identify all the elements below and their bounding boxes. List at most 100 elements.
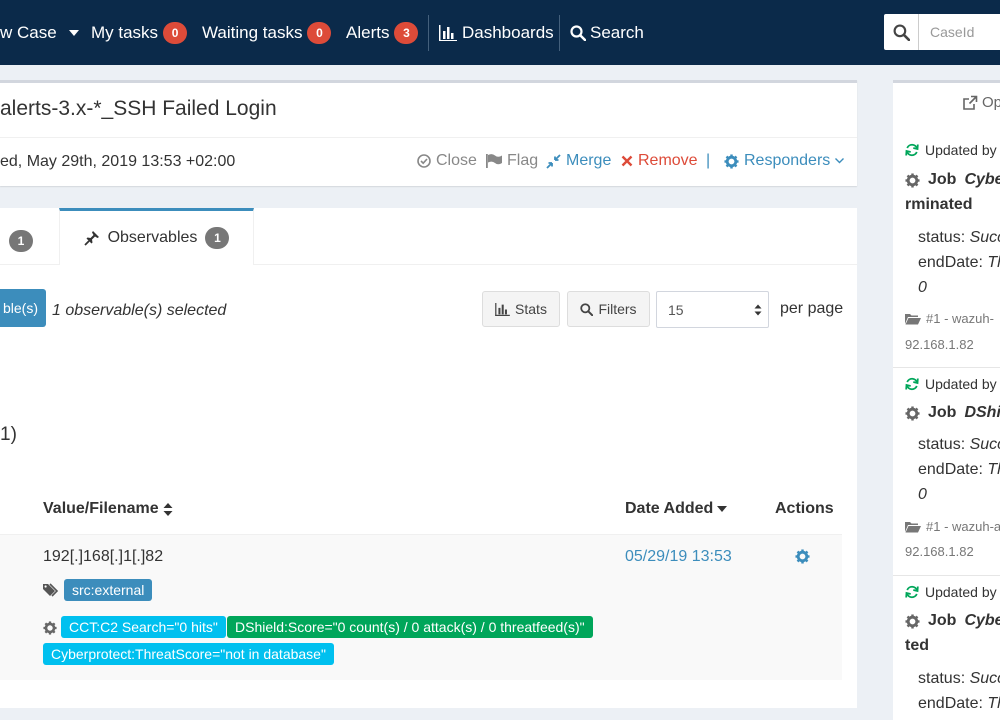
merge-case-button[interactable]: Merge <box>546 152 611 170</box>
column-header-value[interactable]: Value/Filename <box>43 500 173 518</box>
report-label-cct[interactable]: CCT:C2 Search="0 hits" <box>61 616 226 638</box>
times-icon <box>621 155 633 167</box>
search-icon <box>570 24 586 41</box>
bar-chart-icon <box>495 302 510 316</box>
flow-job-prefix: Job <box>928 171 957 188</box>
flow-case-ref[interactable]: #1 - wazuh- <box>905 311 994 326</box>
flow-updated-label: Updated by <box>925 376 997 392</box>
search-label: Search <box>590 22 644 42</box>
my-tasks-link[interactable]: My tasks 0 <box>91 0 188 65</box>
case-header-box: alerts-3.x-*_SSH Failed Login ed, May 29… <box>0 80 857 186</box>
flow-status: status: Succ <box>918 436 1000 454</box>
flag-case-button[interactable]: Flag <box>486 152 538 170</box>
case-search-box <box>884 14 1000 50</box>
flow-updated: Updated by <box>905 584 997 600</box>
remove-case-button[interactable]: Remove <box>621 152 698 170</box>
action-separator: | <box>706 152 711 169</box>
tab-previous[interactable]: 1 <box>0 208 59 265</box>
flow-end-cont: 0 <box>918 279 927 296</box>
gear-icon <box>905 405 920 421</box>
flow-case-ref[interactable]: #1 - wazuh-a <box>905 519 1000 534</box>
folder-open-icon <box>905 521 921 532</box>
refresh-icon <box>905 585 919 599</box>
remove-label: Remove <box>638 152 698 169</box>
new-case-menu[interactable]: w Case <box>0 0 79 65</box>
flow-status: status: Succ <box>918 670 1000 688</box>
bar-chart-icon <box>439 24 457 41</box>
filters-button[interactable]: Filters <box>567 291 650 327</box>
flow-updated-label: Updated by <box>925 142 997 158</box>
flow-updated-label: Updated by <box>925 584 997 600</box>
my-tasks-badge: 0 <box>163 21 188 44</box>
flow-end-label: endDate: <box>918 695 983 712</box>
search-link[interactable]: Search <box>570 0 644 65</box>
observable-value[interactable]: 192[.]168[.]1[.]82 <box>43 548 163 566</box>
flow-end-date: endDate: Th <box>918 695 1000 713</box>
open-flow-label: Op <box>982 94 1000 111</box>
tab-previous-badge: 1 <box>9 230 33 252</box>
per-page-label: per page <box>780 300 844 317</box>
close-label: Close <box>436 152 477 169</box>
search-icon <box>580 302 594 316</box>
external-link-icon <box>963 95 978 110</box>
per-page-select[interactable]: 15 <box>656 291 769 328</box>
flow-job-name: Cybe <box>964 171 1000 188</box>
flow-job-suffix: ted <box>905 637 929 654</box>
stats-button[interactable]: Stats <box>482 291 560 327</box>
waiting-tasks-badge: 0 <box>307 21 332 44</box>
flow-end-cont: 0 <box>918 486 927 503</box>
selected-observables-button[interactable]: ble(s) <box>0 289 46 327</box>
merge-label: Merge <box>566 152 612 169</box>
flow-end-value: Th <box>987 461 1000 478</box>
refresh-icon <box>905 377 919 391</box>
flow-entry: Updated by Job Cybe rminated status: Suc… <box>893 128 1000 368</box>
tab-observables-badge: 1 <box>205 227 230 249</box>
search-icon <box>893 24 910 41</box>
flow-job-prefix: Job <box>928 612 957 629</box>
flow-status-label: status: <box>918 229 966 246</box>
nav-separator <box>428 15 429 51</box>
responders-button[interactable]: Responders <box>724 152 845 170</box>
gear-icon[interactable] <box>795 549 810 564</box>
stats-label: Stats <box>515 301 547 317</box>
live-flow-panel: Op Updated by Job Cybe <box>893 80 1000 720</box>
flow-updated: Updated by <box>905 376 997 392</box>
filters-label: Filters <box>598 301 637 317</box>
flow-end-value: Th <box>987 695 1000 712</box>
case-title: alerts-3.x-*_SSH Failed Login <box>0 97 277 120</box>
close-case-button[interactable]: Close <box>417 152 477 170</box>
new-case-label: w Case <box>0 22 57 42</box>
flow-job-prefix: Job <box>928 404 957 421</box>
report-label-dshield[interactable]: DShield:Score="0 count(s) / 0 attack(s) … <box>227 616 593 638</box>
alerts-link[interactable]: Alerts 3 <box>346 0 419 65</box>
dashboards-link[interactable]: Dashboards <box>439 0 554 65</box>
column-header-date-added[interactable]: Date Added <box>625 500 728 518</box>
open-flow-link[interactable]: Op <box>962 94 1000 111</box>
case-id-input[interactable] <box>919 14 1000 50</box>
flow-job-title: Job DShi <box>905 404 1000 422</box>
flow-ip: 92.168.1.82 <box>905 544 974 559</box>
per-page-value: 15 <box>668 301 684 318</box>
column-header-value-label: Value/Filename <box>43 500 159 517</box>
flow-job-name: Cybe <box>964 612 1000 629</box>
alerts-label: Alerts <box>346 22 390 42</box>
top-navbar: w Case My tasks 0 Waiting tasks 0 Alerts… <box>0 0 1000 65</box>
tab-observables[interactable]: Observables 1 <box>59 208 254 265</box>
report-label-cyberprotect[interactable]: Cyberprotect:ThreatScore="not in databas… <box>43 643 334 665</box>
sort-desc-icon <box>717 506 728 512</box>
alerts-badge: 3 <box>394 21 419 44</box>
flow-job-title: Job Cybe <box>905 171 1000 189</box>
partial-text-fragment: 1) <box>0 424 17 445</box>
case-search-button[interactable] <box>884 14 919 50</box>
tags-icon <box>43 583 59 597</box>
gear-icon <box>43 621 57 635</box>
waiting-tasks-link[interactable]: Waiting tasks 0 <box>202 0 332 65</box>
select-arrows-icon <box>754 304 762 316</box>
caret-down-icon <box>68 29 79 36</box>
nav-separator <box>559 15 560 51</box>
case-date: ed, May 29th, 2019 13:53 +02:00 <box>0 153 236 170</box>
flow-end-date: endDate: Th <box>918 461 1000 479</box>
tag-label[interactable]: src:external <box>64 579 153 601</box>
tab-observables-label: Observables <box>107 229 198 246</box>
flow-end-label: endDate: <box>918 461 983 478</box>
